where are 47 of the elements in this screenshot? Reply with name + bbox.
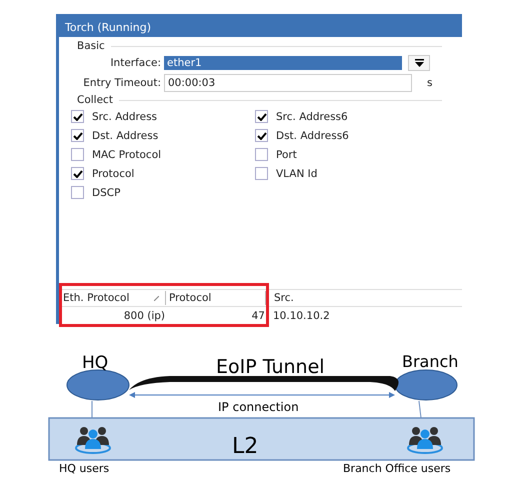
field-label: Entry Timeout: (82, 77, 161, 89)
checkbox-label: MAC Protocol (92, 148, 162, 160)
users-icon (75, 427, 111, 454)
group-caption: HQ users (59, 462, 110, 475)
interface-dropdown[interactable]: ether1 (164, 56, 402, 70)
checkbox-label: Port (276, 148, 297, 160)
node-label: HQ (82, 353, 108, 373)
checkbox[interactable] (255, 110, 268, 123)
checkbox-label: Src. Address (92, 110, 158, 122)
unit-label: s (427, 77, 432, 89)
checkbox[interactable] (71, 110, 84, 123)
checkbox[interactable] (255, 167, 268, 180)
window-title: Torch (Running) (59, 18, 462, 37)
checkbox-label: VLAN Id (276, 168, 318, 180)
node-label: Branch (402, 352, 458, 371)
checkbox-label: Dst. Address6 (276, 130, 349, 142)
group-label: Basic (77, 40, 105, 52)
checkbox-label: Protocol (92, 168, 134, 180)
checkbox[interactable] (71, 148, 84, 161)
checkbox[interactable] (71, 129, 84, 142)
users-icon (407, 427, 443, 454)
table-cell-text: 800 (ip) (122, 310, 165, 322)
checkbox[interactable] (255, 129, 268, 142)
dropdown-button[interactable] (408, 55, 430, 71)
checkbox-label: Dst. Address (92, 130, 158, 142)
connection-label: IP connection (218, 400, 299, 414)
sort-icon (154, 296, 159, 301)
hq-node (66, 370, 130, 400)
network-label: L2 (232, 434, 258, 459)
tunnel-label: EoIP Tunnel (216, 356, 325, 378)
checkbox-label: DSCP (92, 186, 120, 198)
branch-node (394, 370, 458, 400)
checkbox[interactable] (71, 186, 84, 199)
table-cell-text: 47 (250, 310, 265, 322)
checkbox-label: Src. Address6 (276, 110, 348, 122)
checkbox[interactable] (255, 148, 268, 161)
table-cell-text: 10.10.10.2 (272, 310, 331, 322)
column-header[interactable]: Eth. Protocol (59, 291, 165, 305)
timeout-field[interactable]: 00:00:03 (164, 74, 412, 92)
field-label: Interface: (109, 57, 161, 69)
group-label: Collect (77, 94, 113, 106)
checkbox[interactable] (71, 167, 84, 180)
group-caption: Branch Office users (343, 462, 451, 475)
caret-icon (414, 59, 424, 67)
column-header[interactable]: Src. (265, 291, 462, 305)
column-header[interactable]: Protocol (165, 291, 265, 305)
link-line (418, 400, 422, 418)
